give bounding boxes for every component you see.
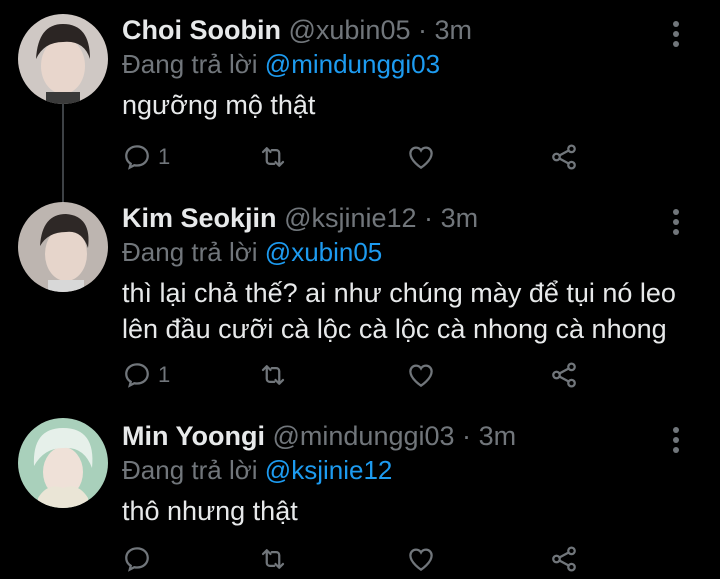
replying-to-label: Đang trả lời [122, 49, 258, 79]
timestamp[interactable]: 3m [441, 203, 479, 233]
tweet-actions: 1 [122, 355, 602, 395]
separator-dot: · [418, 15, 427, 45]
reply-icon [125, 145, 149, 170]
thread-connector-line [62, 104, 64, 204]
like-button[interactable] [406, 539, 436, 579]
retweet-icon [261, 147, 285, 167]
replying-to: Đang trả lời @mindunggi03 [122, 48, 440, 80]
share-icon [552, 144, 576, 170]
more-icon[interactable] [672, 426, 680, 454]
tweet-actions [122, 539, 602, 579]
avatar[interactable] [18, 418, 108, 508]
timestamp[interactable]: 3m [435, 15, 473, 45]
avatar-image [18, 418, 108, 508]
reply-icon [125, 547, 149, 572]
tweet-text: thô nhưng thật [122, 496, 298, 526]
avatar-image [18, 14, 108, 104]
user-handle[interactable]: @xubin05 [288, 15, 410, 45]
like-icon [409, 146, 433, 169]
user-handle[interactable]: @ksjinie12 [284, 203, 416, 233]
share-button[interactable] [549, 355, 579, 395]
avatar[interactable] [18, 202, 108, 292]
retweet-button[interactable] [258, 137, 288, 177]
more-icon[interactable] [672, 208, 680, 236]
reply-count: 1 [158, 362, 171, 387]
reply-icon [125, 363, 149, 388]
like-button[interactable] [406, 137, 436, 177]
share-button[interactable] [549, 539, 579, 579]
replying-to-label: Đang trả lời [122, 237, 258, 267]
display-name[interactable]: Choi Soobin [122, 15, 281, 45]
replying-to-mention[interactable]: @ksjinie12 [265, 455, 393, 485]
reply-button[interactable]: 1 [122, 355, 170, 395]
display-name[interactable]: Kim Seokjin [122, 203, 277, 233]
tweet-text: ngưỡng mộ thật [122, 90, 316, 120]
tweet-header: Kim Seokjin @ksjinie12 · 3m [122, 202, 478, 234]
replying-to: Đang trả lời @xubin05 [122, 236, 382, 268]
replying-to: Đang trả lời @ksjinie12 [122, 454, 392, 486]
tweet-text: thì lại chả thế? ai như chúng mày để tụi… [122, 278, 676, 344]
reply-button[interactable] [122, 539, 158, 579]
tweet-header: Choi Soobin @xubin05 · 3m [122, 14, 472, 46]
like-icon [409, 364, 433, 387]
retweet-icon [261, 365, 285, 385]
share-icon [552, 362, 576, 388]
retweet-icon [261, 549, 285, 569]
retweet-button[interactable] [258, 539, 288, 579]
reply-button[interactable]: 1 [122, 137, 170, 177]
replying-to-mention[interactable]: @xubin05 [265, 237, 382, 267]
display-name[interactable]: Min Yoongi [122, 421, 265, 451]
avatar[interactable] [18, 14, 108, 104]
tweet-header: Min Yoongi @mindunggi03 · 3m [122, 420, 516, 452]
separator-dot: · [462, 421, 472, 451]
share-button[interactable] [549, 137, 579, 177]
replying-to-mention[interactable]: @mindunggi03 [265, 49, 440, 79]
reply-count: 1 [158, 144, 171, 169]
like-icon [409, 548, 433, 571]
like-button[interactable] [406, 355, 436, 395]
timestamp[interactable]: 3m [479, 421, 517, 451]
replying-to-label: Đang trả lời [122, 455, 258, 485]
separator-dot: · [424, 203, 434, 233]
retweet-button[interactable] [258, 355, 288, 395]
user-handle[interactable]: @mindunggi03 [273, 421, 455, 451]
avatar-image [18, 202, 108, 292]
tweet-actions: 1 [122, 137, 602, 177]
more-icon[interactable] [672, 20, 680, 48]
share-icon [552, 546, 576, 572]
